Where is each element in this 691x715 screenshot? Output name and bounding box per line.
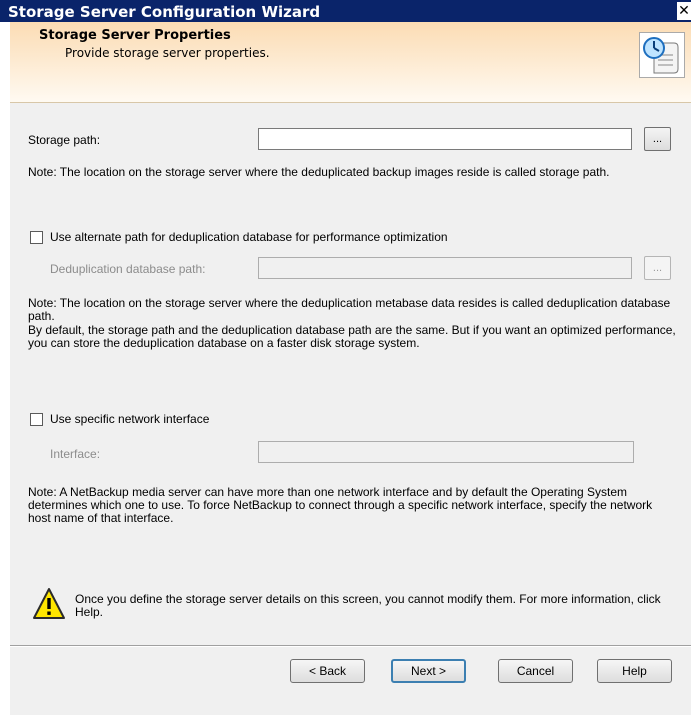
title-bar: Storage Server Configuration Wizard ✕ <box>0 0 691 22</box>
warning-message: Once you define the storage server detai… <box>75 592 661 619</box>
dedup-database-path-browse-button[interactable]: ... <box>644 256 671 280</box>
back-button[interactable]: < Back <box>290 659 365 683</box>
storage-path-browse-button[interactable]: ... <box>644 127 671 151</box>
storage-path-label: Storage path: <box>28 133 101 147</box>
wizard-clock-scroll-icon <box>639 32 685 78</box>
interface-input[interactable] <box>258 441 634 463</box>
help-button[interactable]: Help <box>597 659 672 683</box>
dedup-database-path-input[interactable] <box>258 257 632 279</box>
cancel-button[interactable]: Cancel <box>498 659 573 683</box>
dedup-path-note: Note: The location on the storage server… <box>28 296 671 323</box>
wizard-body: Storage path: ... Note: The location on … <box>10 103 691 645</box>
dedup-alternate-path-checkbox[interactable] <box>30 231 43 244</box>
warning-icon <box>33 588 65 619</box>
next-button[interactable]: Next > <box>391 659 466 683</box>
network-interface-checkbox[interactable] <box>30 413 43 426</box>
network-interface-note: Note: A NetBackup media server can have … <box>28 485 653 525</box>
window-title: Storage Server Configuration Wizard <box>8 3 321 21</box>
close-icon[interactable]: ✕ <box>677 2 691 20</box>
dedup-default-note: By default, the storage path and the ded… <box>28 323 676 350</box>
page-subtitle: Provide storage server properties. <box>65 46 270 60</box>
interface-label: Interface: <box>50 447 101 461</box>
dedup-database-path-label: Deduplication database path: <box>50 262 206 276</box>
storage-path-note: Note: The location on the storage server… <box>28 165 610 179</box>
wizard-header: Storage Server Properties Provide storag… <box>10 22 691 103</box>
network-interface-checkbox-label: Use specific network interface <box>50 412 210 426</box>
wizard-footer: < Back Next > Cancel Help <box>10 647 691 715</box>
storage-path-input[interactable] <box>258 128 632 150</box>
page-title: Storage Server Properties <box>39 28 231 43</box>
dedup-alternate-path-label: Use alternate path for deduplication dat… <box>50 230 448 244</box>
